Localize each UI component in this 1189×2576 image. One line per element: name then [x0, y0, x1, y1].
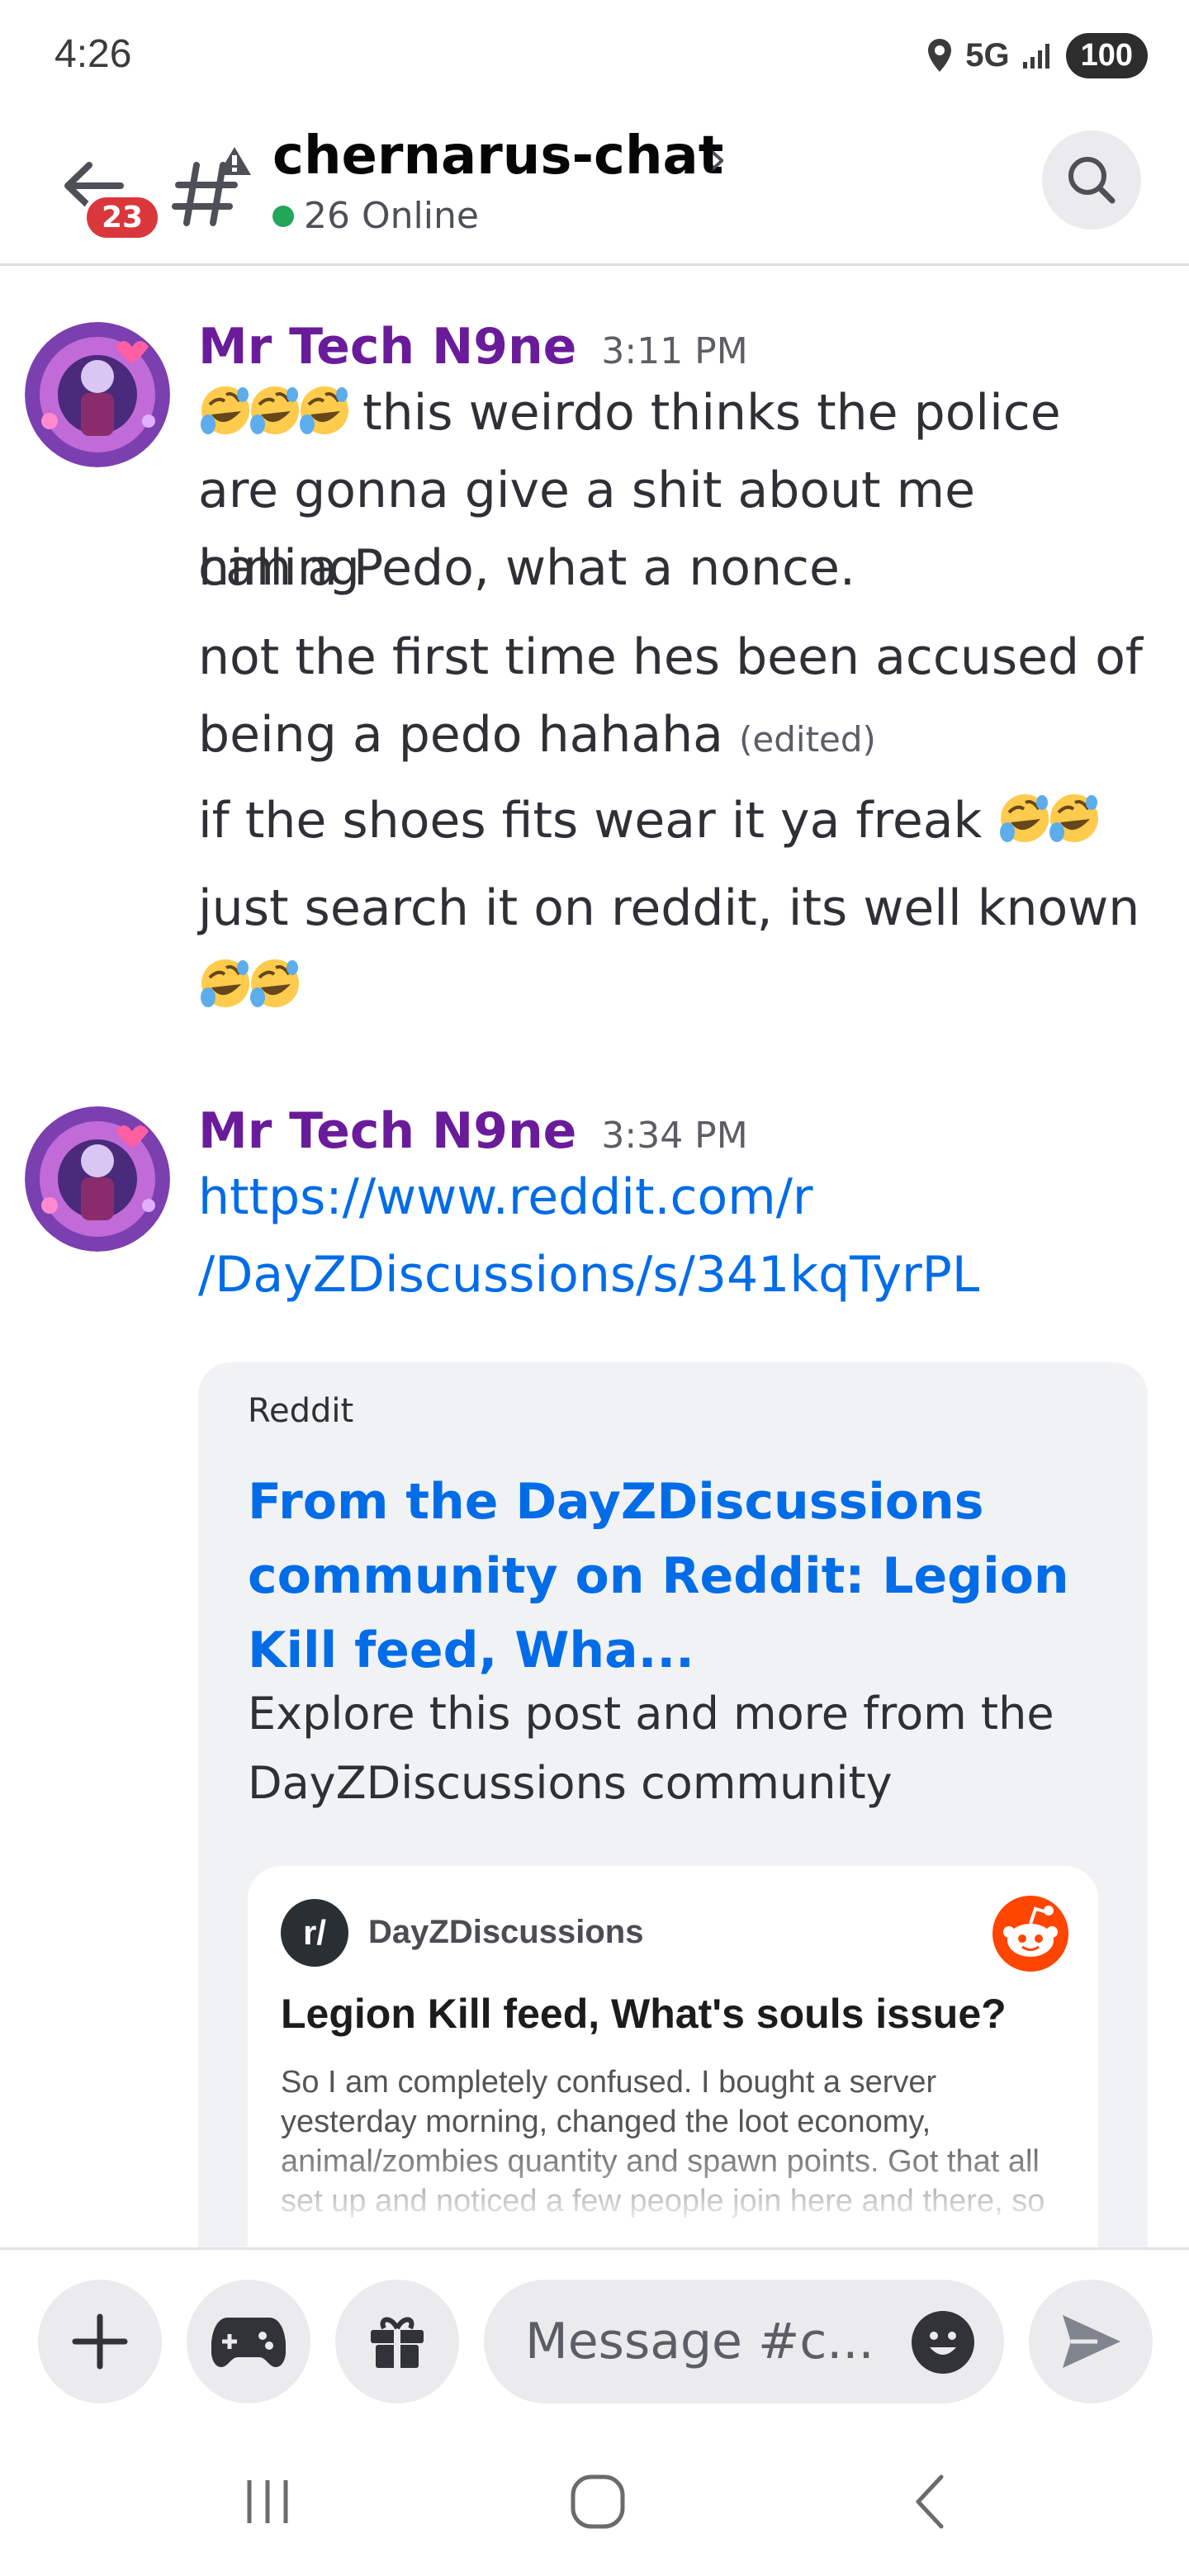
channel-header: 23 chernarus-chat › 26 Online [0, 116, 1189, 266]
emoji-icon [930, 2332, 956, 2355]
rolling-on-floor-laughing-emoji [297, 383, 352, 438]
message-line: if the shoes fits wear it ya freak [198, 792, 983, 850]
message-input-placeholder: Message #c... [525, 2313, 874, 2370]
author-name[interactable]: Mr Tech N9ne [198, 318, 576, 376]
author-name[interactable]: Mr Tech N9ne [198, 1102, 576, 1160]
message-header: Mr Tech N9ne 3:11 PM [198, 318, 748, 376]
message-list[interactable]: Mr Tech N9ne 3:11 PM this weirdo thinks … [0, 268, 1189, 2250]
message-text[interactable]: this weirdo thinks the police [198, 374, 1148, 452]
message-timestamp: 3:34 PM [601, 1115, 748, 1157]
reddit-logo-icon [992, 1896, 1068, 1972]
message-line[interactable]: just search it on reddit, its well known [198, 869, 1148, 947]
rolling-on-floor-laughing-emoji [997, 791, 1052, 845]
search-icon [1068, 157, 1116, 204]
post-title: Legion Kill feed, What's souls issue? [281, 1991, 1007, 2037]
home-icon[interactable] [565, 2469, 631, 2535]
message-line[interactable]: him a Pedo, what a nonce. [198, 529, 1148, 607]
rolling-on-floor-laughing-emoji [248, 383, 302, 438]
signal-icon [1022, 44, 1049, 69]
online-count: 26 Online [304, 195, 479, 237]
status-time: 4:26 [54, 32, 132, 76]
network-label: 5G [965, 36, 1010, 73]
message-composer: Message #c... [0, 2247, 1189, 2429]
gift-button[interactable] [335, 2280, 459, 2403]
message-emoji-line[interactable] [198, 947, 1148, 1025]
rolling-on-floor-laughing-emoji [198, 956, 253, 1011]
message-line: being a pedo hahaha [198, 706, 723, 764]
gamepad-icon [211, 2318, 286, 2367]
message-line: this weirdo thinks the police [362, 384, 1061, 442]
search-button[interactable] [1042, 130, 1141, 230]
reddit-post-card[interactable]: r/ DayZDiscussions Legion Kill feed, Wha… [248, 1866, 1098, 2250]
discord-screen: 4:26 5G 100 23 chernarus-chat › 26 Onlin… [0, 0, 1189, 2576]
status-indicators: 5G 100 [926, 31, 1148, 79]
embed-title[interactable]: From the DayZDiscussions community on Re… [248, 1465, 1106, 1688]
message-input[interactable]: Message #c... [484, 2280, 1004, 2403]
location-icon [928, 39, 952, 72]
text-channel-icon [172, 147, 251, 226]
plus-icon [72, 2313, 128, 2370]
message-link[interactable]: /DayZDiscussions/s/341kqTyrPL [198, 1236, 1148, 1314]
channel-name[interactable]: chernarus-chat [272, 125, 723, 187]
subreddit-name: DayZDiscussions [368, 1914, 644, 1950]
activities-button[interactable] [187, 2280, 310, 2403]
link-embed[interactable]: Reddit From the DayZDiscussions communit… [198, 1362, 1148, 2250]
message-header: Mr Tech N9ne 3:34 PM [198, 1102, 748, 1160]
chevron-right-icon[interactable]: › [708, 132, 727, 186]
embed-provider: Reddit [248, 1392, 354, 1430]
online-status: 26 Online [272, 195, 479, 237]
rolling-on-floor-laughing-emoji [248, 956, 302, 1011]
unread-badge: 23 [83, 193, 163, 242]
message-link[interactable]: https://www.reddit.com/r [198, 1158, 1148, 1236]
gift-icon [371, 2317, 424, 2368]
avatar[interactable] [25, 322, 170, 467]
avatar[interactable] [25, 1106, 170, 1252]
subreddit-icon: r/ [281, 1899, 348, 1967]
message-line[interactable]: not the first time hes been accused of [198, 618, 1148, 696]
send-button[interactable] [1029, 2280, 1153, 2403]
send-icon [1063, 2315, 1120, 2368]
message-timestamp: 3:11 PM [601, 330, 748, 372]
recent-apps-icon[interactable] [234, 2469, 301, 2535]
message-text[interactable]: if the shoes fits wear it ya freak [198, 782, 1148, 859]
battery-indicator: 100 [1065, 32, 1148, 78]
message-text[interactable]: being a pedo hahaha (edited) [198, 696, 1148, 779]
post-fade [248, 2138, 1098, 2229]
embed-description: Explore this post and more from the DayZ… [248, 1688, 1054, 1809]
system-nav-bar [0, 2429, 1189, 2576]
rolling-on-floor-laughing-emoji [1047, 791, 1101, 845]
edited-label: (edited) [739, 719, 876, 760]
back-nav-icon[interactable] [897, 2469, 963, 2535]
rolling-on-floor-laughing-emoji [198, 383, 253, 438]
online-dot-icon [272, 205, 294, 227]
add-attachment-button[interactable] [38, 2280, 162, 2403]
emoji-button[interactable] [912, 2311, 974, 2374]
status-bar: 4:26 5G 100 [0, 0, 1189, 116]
